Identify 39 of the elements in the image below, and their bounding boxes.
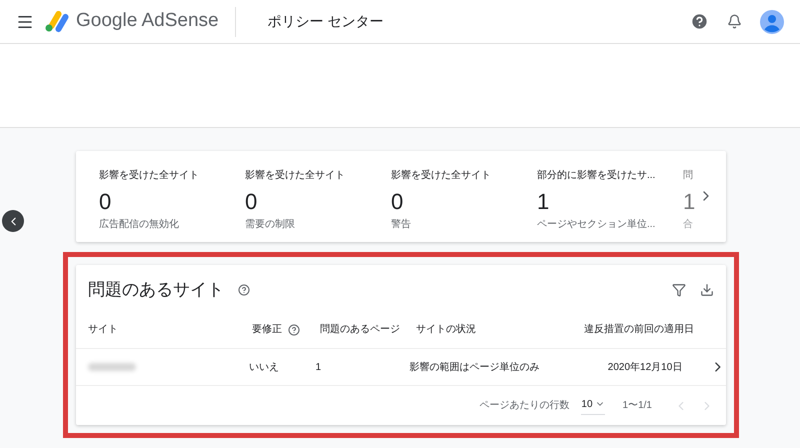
bell-icon[interactable] [727, 14, 742, 29]
column-header: 問題のあるページ [320, 323, 400, 337]
table-cell-text: 1 [316, 360, 322, 374]
metric-caption: 需要の制限 [245, 218, 296, 232]
page-range: 1〜1/1 [622, 399, 652, 413]
column-header: サイト [88, 323, 118, 337]
table-cell-text: 2020年12月10日 [606, 360, 682, 374]
help-icon[interactable] [238, 284, 250, 296]
metric-value: 1 [537, 189, 550, 215]
metric-title: 影響を受けた全サイト [391, 168, 492, 183]
rows-per-page-select[interactable]: 10 [581, 396, 605, 414]
metric-value: 0 [99, 189, 112, 215]
filter-icon[interactable] [672, 283, 686, 297]
metric-caption: 警告 [391, 218, 412, 232]
avatar-icon[interactable] [760, 10, 784, 34]
metric-caption: 合 [683, 218, 694, 232]
logo-icon [44, 10, 70, 32]
metric-caption: 広告配信の無効化 [99, 218, 180, 232]
table-cell-text: 影響の範囲はページ単位のみ [410, 360, 541, 374]
brand-name: Google AdSense [76, 9, 219, 34]
help-icon[interactable] [288, 324, 300, 336]
metric-value: 0 [245, 189, 258, 215]
column-header: 違反措置の前回の適用日 [584, 322, 694, 337]
column-header: サイトの状況 [416, 322, 476, 337]
rows-per-page-label: ページあたりの行数 [479, 399, 570, 413]
download-icon[interactable] [700, 283, 714, 297]
table-cell-text: いいえ [248, 360, 280, 374]
metric-value: 0 [391, 189, 404, 215]
metric-title: 問 [683, 169, 694, 183]
metric-caption: ページやセクション単位... [537, 218, 656, 232]
blurred-site-name [88, 363, 136, 371]
metric-title: 影響を受けた全サイト [245, 168, 346, 183]
page-title: ポリシー センター [268, 12, 384, 31]
column-header: 要修正 [252, 323, 282, 337]
metric-value: 1 [683, 189, 696, 215]
scroll-left-button[interactable] [2, 210, 24, 232]
panel-title: 問題のあるサイト [88, 279, 224, 302]
metric-title: 部分的に影響を受けたサ... [537, 168, 656, 183]
metric-title: 影響を受けた全サイト [99, 168, 200, 183]
